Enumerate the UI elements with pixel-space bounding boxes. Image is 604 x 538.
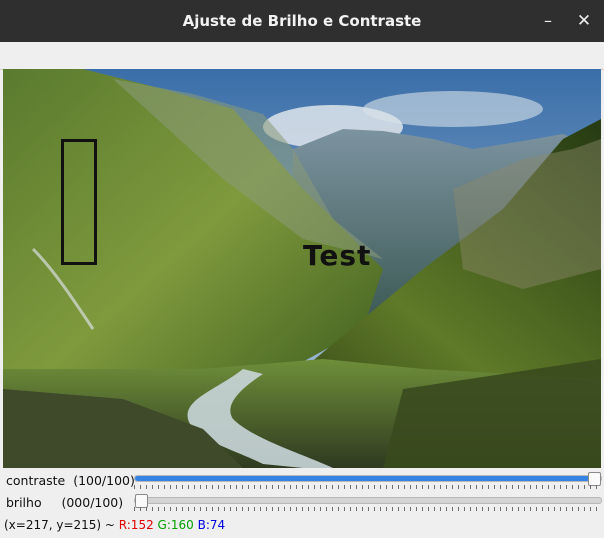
contrast-row: contraste (100/100) [0, 468, 604, 492]
minimize-icon[interactable]: – [536, 9, 560, 33]
contrast-label: contraste (100/100) [6, 473, 135, 488]
overlay-rectangle [61, 139, 97, 265]
overlay-text: Test [303, 239, 372, 272]
brightness-label: brilho (000/100) [6, 495, 124, 510]
app-window: Ajuste de Brilho e Contraste – ✕ Test co… [0, 0, 604, 538]
status-bar: (x=217, y=215) ~ R:152 G:160 B:74 [4, 518, 225, 532]
contrast-slider-handle[interactable] [588, 472, 601, 486]
close-icon[interactable]: ✕ [572, 9, 596, 33]
toolbar [0, 42, 604, 70]
window-title: Ajuste de Brilho e Contraste [182, 12, 422, 30]
contrast-slider[interactable] [134, 472, 602, 486]
brightness-row: brilho (000/100) [0, 490, 604, 514]
title-bar[interactable]: Ajuste de Brilho e Contraste – ✕ [0, 0, 604, 42]
image-canvas[interactable]: Test [3, 69, 601, 468]
contrast-slider-fill [135, 476, 601, 481]
coords-text: (x=217, y=215) ~ [4, 518, 119, 532]
blue-value: B:74 [197, 518, 226, 532]
brightness-slider-handle[interactable] [135, 494, 148, 508]
brightness-ticks [134, 507, 600, 511]
green-value: G:160 [157, 518, 194, 532]
landscape-image [3, 69, 601, 468]
controls-panel: contraste (100/100) brilho (000/100) (x=… [0, 468, 604, 538]
contrast-ticks [134, 485, 600, 489]
brightness-slider[interactable] [134, 494, 602, 508]
red-value: R:152 [118, 518, 154, 532]
